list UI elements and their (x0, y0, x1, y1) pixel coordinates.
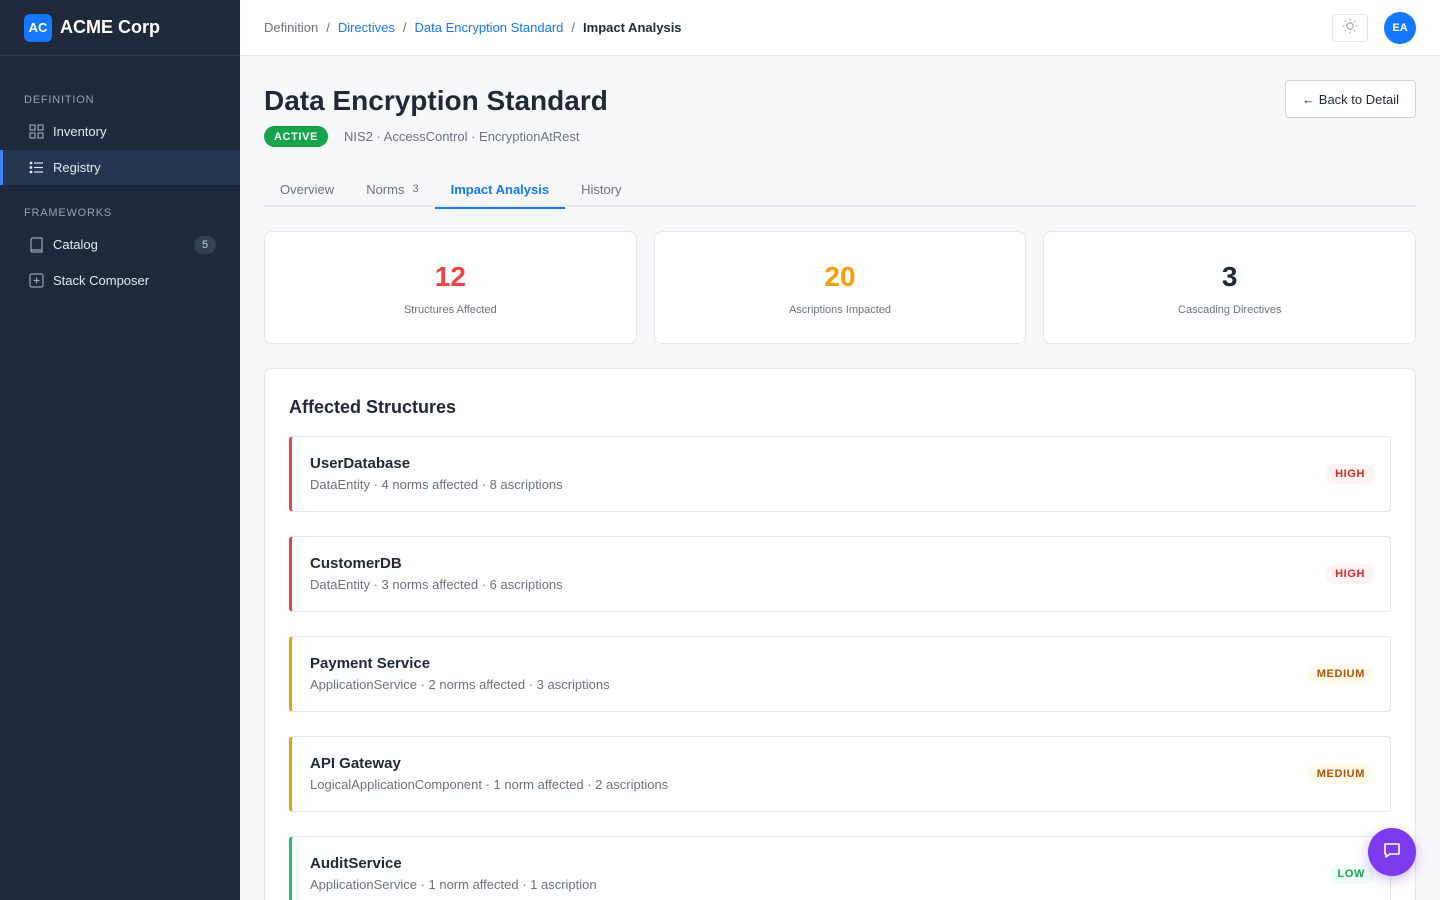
severity-badge: MEDIUM (1307, 664, 1374, 684)
stat-label: Ascriptions Impacted (788, 304, 892, 316)
directive-tags: NIS2 · AccessControl · EncryptionAtRest (343, 129, 580, 144)
severity-badge: MEDIUM (1307, 764, 1374, 784)
sidebar-item-inventory[interactable]: Inventory (0, 114, 240, 149)
severity-badge: HIGH (1326, 564, 1374, 584)
structure-item-userdatabase[interactable]: UserDatabase DataEntity · 4 norms affect… (289, 436, 1391, 512)
stat-card-structures: 12 Structures Affected (264, 231, 637, 344)
nav-section-definition: DEFINITION Inventory Registry (0, 94, 240, 185)
structure-meta: ApplicationService · 1 norm affected · 1… (310, 877, 597, 892)
grid-icon (28, 124, 44, 140)
sun-icon (1342, 18, 1358, 39)
sidebar: AC ACME Corp DEFINITION Inventory Regist… (0, 0, 240, 900)
tab-bar: Overview Norms 3 Impact Analysis History (264, 171, 1416, 209)
severity-badge: LOW (1328, 864, 1374, 884)
tab-norms[interactable]: Norms 3 (350, 171, 434, 207)
stat-label: Cascading Directives (1178, 304, 1282, 316)
breadcrumb-directive[interactable]: Data Encryption Standard (415, 20, 564, 35)
main-content: Data Encryption Standard ← Back to Detai… (264, 56, 1417, 900)
stat-card-ascriptions: 20 Ascriptions Impacted (653, 231, 1027, 344)
sidebar-item-label: Inventory (53, 124, 107, 139)
theme-toggle-button[interactable] (1332, 14, 1368, 42)
sidebar-item-catalog[interactable]: Catalog 5 (0, 227, 240, 262)
nav-heading: DEFINITION (24, 94, 95, 106)
tab-label: Norms (366, 181, 405, 197)
breadcrumb: Definition / Directives / Data Encryptio… (264, 20, 682, 35)
tab-label: History (581, 181, 622, 197)
breadcrumb-directives[interactable]: Directives (338, 20, 395, 35)
structure-name: CustomerDB (310, 555, 402, 572)
stat-card-cascading: 3 Cascading Directives (1043, 231, 1417, 344)
nav-section-frameworks: FRAMEWORKS Catalog 5 Stack Composer (0, 207, 240, 298)
back-to-detail-button[interactable]: ← Back to Detail (1285, 80, 1416, 118)
breadcrumb-current: Impact Analysis (583, 20, 682, 35)
structure-name: API Gateway (310, 755, 401, 772)
structure-item-api-gateway[interactable]: API Gateway LogicalApplicationComponent … (289, 736, 1391, 812)
breadcrumb-separator: / (571, 20, 576, 35)
page-meta: ACTIVE NIS2 · AccessControl · Encryption… (264, 126, 1416, 147)
breadcrumb-separator: / (402, 20, 407, 35)
status-badge: ACTIVE (264, 126, 328, 147)
panel-title: Affected Structures (289, 397, 457, 417)
tab-overview[interactable]: Overview (264, 171, 350, 207)
stat-label: Structures Affected (403, 304, 497, 316)
catalog-count-badge: 5 (194, 236, 216, 254)
structure-item-customerdb[interactable]: CustomerDB DataEntity · 3 norms affected… (289, 536, 1391, 612)
chat-icon (1382, 840, 1402, 865)
sidebar-item-stack-composer[interactable]: Stack Composer (0, 263, 240, 298)
sidebar-item-registry[interactable]: Registry (0, 150, 240, 185)
tab-history[interactable]: History (565, 171, 637, 207)
tab-impact-analysis[interactable]: Impact Analysis (434, 171, 566, 209)
plus-square-icon (28, 273, 44, 289)
breadcrumb-separator: / (326, 20, 330, 35)
brand-logo: AC (24, 13, 52, 42)
stat-value: 20 (824, 261, 856, 292)
sidebar-item-label: Stack Composer (53, 273, 150, 288)
impact-stats: 12 Structures Affected 20 Ascriptions Im… (264, 231, 1417, 344)
book-icon (28, 236, 44, 253)
structure-meta: DataEntity · 4 norms affected · 8 ascrip… (310, 477, 563, 492)
structure-list: UserDatabase DataEntity · 4 norms affect… (289, 436, 1391, 900)
nav-heading: FRAMEWORKS (24, 207, 113, 219)
breadcrumb-definition: Definition (264, 20, 319, 35)
severity-badge: HIGH (1326, 464, 1374, 484)
tab-label: Impact Analysis (450, 181, 550, 197)
affected-structures-panel: Affected Structures UserDatabase DataEnt… (264, 368, 1416, 900)
avatar[interactable]: EA (1384, 12, 1416, 44)
list-icon (28, 160, 44, 176)
top-bar: Definition / Directives / Data Encryptio… (240, 0, 1440, 56)
structure-name: UserDatabase (310, 455, 411, 472)
structure-name: Payment Service (310, 655, 431, 672)
page-title: Data Encryption Standard (264, 85, 608, 116)
brand-name: ACME Corp (60, 17, 160, 37)
tab-count: 3 (412, 183, 419, 195)
tab-label: Overview (280, 181, 335, 197)
structure-name: AuditService (310, 855, 402, 872)
chat-button[interactable] (1368, 828, 1416, 876)
brand[interactable]: AC ACME Corp (0, 0, 240, 56)
sidebar-item-label: Catalog (53, 237, 98, 252)
structure-item-payment-service[interactable]: Payment Service ApplicationService · 2 n… (289, 636, 1391, 712)
sidebar-item-label: Registry (53, 160, 101, 175)
stat-value: 3 (1221, 261, 1238, 292)
structure-meta: DataEntity · 3 norms affected · 6 ascrip… (310, 577, 563, 592)
structure-item-auditservice[interactable]: AuditService ApplicationService · 1 norm… (289, 836, 1391, 900)
structure-meta: LogicalApplicationComponent · 1 norm aff… (310, 777, 669, 792)
stat-value: 12 (434, 261, 466, 292)
structure-meta: ApplicationService · 2 norms affected · … (310, 677, 610, 692)
